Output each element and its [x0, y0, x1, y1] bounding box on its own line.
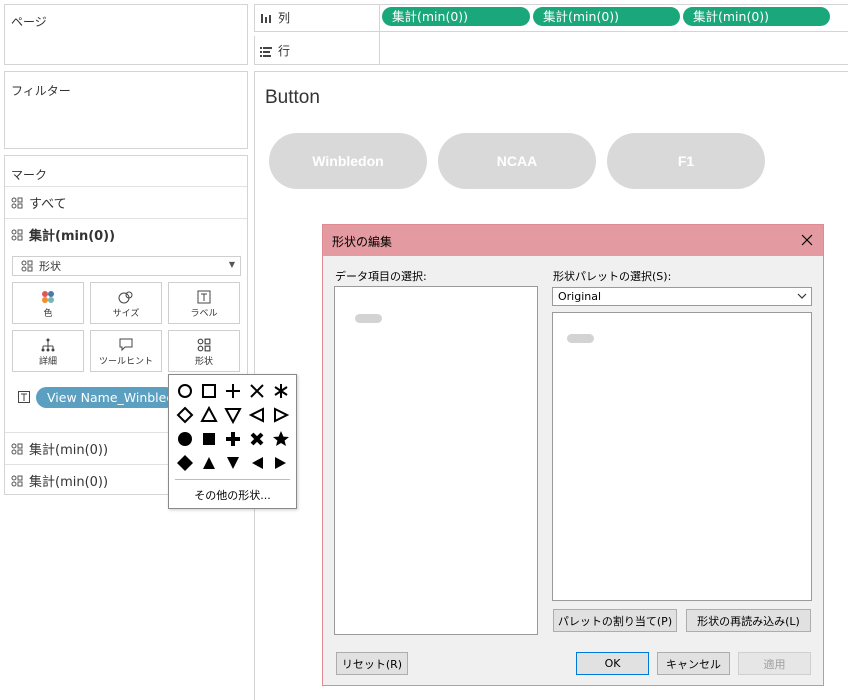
shape-preview-placeholder[interactable] — [567, 334, 594, 343]
color-icon — [42, 291, 54, 303]
column-pill-2[interactable]: 集計(min(0)) — [533, 7, 680, 26]
color-button-label: 色 — [43, 309, 53, 319]
marks-third-label: 集計(min(0)) — [29, 475, 109, 490]
view-button-ncaa[interactable]: NCAA — [438, 133, 596, 189]
chevron-down-icon — [797, 293, 807, 299]
marks-all-row[interactable]: すべて — [5, 186, 247, 218]
multi-shape-icon — [21, 260, 33, 272]
shape-open-diamond[interactable] — [176, 406, 194, 424]
multi-shape-icon — [11, 443, 23, 454]
tooltip-button-label: ツールヒント — [98, 357, 153, 367]
shape-filled-triangle-right[interactable] — [275, 457, 286, 469]
multi-shape-icon — [11, 197, 23, 208]
more-shapes-link[interactable]: その他の形状... — [169, 487, 296, 503]
rows-icon — [260, 46, 272, 57]
tooltip-button[interactable]: ツールヒント — [90, 330, 162, 372]
label-button[interactable]: ラベル — [168, 282, 240, 324]
tooltip-icon — [119, 338, 133, 352]
marks-active-row[interactable]: 集計(min(0)) — [5, 218, 247, 250]
marks-second-label: 集計(min(0)) — [29, 443, 109, 458]
view-title: Button — [265, 87, 320, 108]
filters-card-title: フィルター — [11, 84, 71, 98]
shape-filled-diamond[interactable] — [177, 455, 193, 471]
cancel-button[interactable]: キャンセル — [657, 652, 730, 675]
shape-open-circle[interactable] — [178, 384, 192, 398]
label-button-label: ラベル — [190, 309, 218, 319]
shape-open-triangle-left[interactable] — [248, 407, 264, 423]
popup-divider — [175, 479, 290, 480]
size-icon — [118, 291, 133, 304]
palette-label: 形状パレットの選択(S): — [553, 270, 672, 283]
shape-button-label: 形状 — [194, 357, 213, 367]
shape-asterisk[interactable] — [274, 384, 288, 398]
view-button-winbledon[interactable]: Winbledon — [269, 133, 427, 189]
shape-filled-square[interactable] — [203, 433, 215, 445]
shape-open-triangle-down[interactable] — [224, 408, 242, 425]
palette-select-value: Original — [558, 290, 602, 303]
shape-palette-grid — [176, 384, 290, 471]
ok-button[interactable]: OK — [576, 652, 649, 675]
apply-button[interactable]: 適用 — [738, 652, 811, 675]
columns-label-text: 列 — [278, 11, 291, 25]
marks-card-title: マーク — [11, 168, 48, 182]
shape-plus[interactable] — [226, 384, 240, 398]
color-button[interactable]: 色 — [12, 282, 84, 324]
size-button-label: サイズ — [112, 309, 140, 319]
edit-shapes-dialog: 形状の編集 データ項目の選択: 形状パレットの選択(S): Original パ… — [322, 224, 824, 686]
multi-shape-icon — [11, 475, 23, 486]
rows-shelf-label: 行 — [260, 42, 290, 59]
mark-type-dropdown[interactable]: 形状 ▼ — [12, 256, 241, 276]
shape-filled-cross[interactable] — [250, 432, 264, 446]
view-name-field-pill[interactable]: View Name_Winbledon — [36, 387, 176, 408]
assign-palette-button[interactable]: パレットの割り当て(P) — [553, 609, 677, 632]
shape-filled-plus[interactable] — [226, 432, 240, 446]
multi-shape-icon — [11, 229, 23, 240]
detail-button[interactable]: 詳細 — [12, 330, 84, 372]
pages-card-title: ページ — [11, 15, 47, 29]
marks-active-label: 集計(min(0)) — [29, 229, 116, 244]
shape-star[interactable] — [273, 431, 289, 446]
palette-select[interactable]: Original — [552, 287, 812, 306]
pages-card[interactable]: ページ — [4, 4, 248, 65]
shape-open-square[interactable] — [202, 384, 216, 398]
column-pill-1[interactable]: 集計(min(0)) — [382, 7, 530, 26]
size-button[interactable]: サイズ — [90, 282, 162, 324]
data-item-placeholder[interactable] — [355, 314, 382, 323]
mark-type-label: 形状 — [39, 260, 61, 273]
shape-preview-list[interactable] — [552, 312, 812, 601]
column-pill-3[interactable]: 集計(min(0)) — [683, 7, 830, 26]
detail-button-label: 詳細 — [38, 357, 57, 367]
dialog-title: 形状の編集 — [332, 235, 393, 249]
text-label-icon — [18, 391, 30, 403]
chevron-down-icon: ▼ — [228, 260, 235, 269]
close-icon[interactable] — [801, 234, 813, 246]
view-button-f1[interactable]: F1 — [607, 133, 765, 189]
shape-open-triangle-right[interactable] — [274, 407, 290, 423]
shape-cross[interactable] — [250, 384, 264, 398]
marks-all-label: すべて — [29, 197, 67, 212]
data-item-list[interactable] — [334, 286, 538, 635]
text-label-icon — [197, 290, 211, 304]
shape-filled-triangle-left[interactable] — [252, 457, 263, 469]
hierarchy-icon — [41, 338, 55, 352]
dialog-titlebar: 形状の編集 — [323, 225, 823, 256]
reload-shapes-button[interactable]: 形状の再読み込み(L) — [686, 609, 811, 632]
columns-shelf-label: 列 — [260, 9, 290, 26]
shape-open-triangle-up[interactable] — [200, 405, 218, 422]
rows-label-text: 行 — [278, 44, 291, 58]
filters-card[interactable]: フィルター — [4, 71, 248, 149]
rows-shelf — [254, 36, 848, 65]
shape-button[interactable]: 形状 — [168, 330, 240, 372]
shape-filled-triangle-down[interactable] — [227, 457, 239, 469]
shape-filled-triangle-up[interactable] — [203, 457, 215, 469]
data-item-label: データ項目の選択: — [335, 270, 427, 283]
multi-shape-icon — [197, 338, 211, 352]
shape-filled-circle[interactable] — [178, 432, 192, 446]
columns-icon — [261, 13, 271, 23]
shape-palette-popup: その他の形状... — [168, 374, 297, 509]
reset-button[interactable]: リセット(R) — [336, 652, 408, 675]
